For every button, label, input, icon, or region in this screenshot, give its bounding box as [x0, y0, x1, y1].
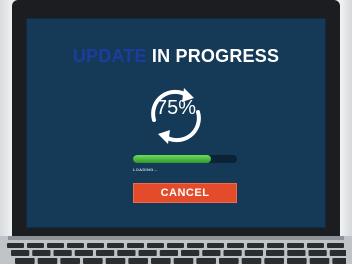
- progress-bar-fill: [133, 155, 211, 163]
- keyboard-key: [309, 258, 330, 264]
- keyboard-key: [74, 250, 93, 256]
- keyboard-key: [117, 250, 136, 256]
- keyboard-key: [227, 243, 244, 248]
- keyboard-key: [47, 243, 64, 248]
- laptop-hinge: [8, 236, 344, 240]
- laptop-screen: UPDATE IN PROGRESS 75% LOADING... CANCEL: [26, 18, 326, 228]
- keyboard-key: [87, 243, 104, 248]
- keyboard-key: [181, 250, 200, 256]
- heading-main-text: IN PROGRESS: [151, 46, 280, 66]
- progress-bar: [133, 155, 237, 163]
- keyboard-key: [151, 258, 171, 264]
- keyboard-key: [147, 243, 164, 248]
- keyboard-key: [105, 258, 126, 264]
- keyboard-keys: [7, 243, 346, 264]
- background-right: [340, 0, 352, 264]
- loading-label: LOADING...: [133, 167, 158, 172]
- keyboard-key: [264, 258, 284, 264]
- keyboard-key: [159, 250, 178, 256]
- keyboard-key: [223, 250, 242, 256]
- keyboard-key: [219, 258, 239, 264]
- keyboard-key: [27, 243, 44, 248]
- keyboard-key: [187, 243, 204, 248]
- keyboard-key: [266, 250, 285, 256]
- background-left: [0, 0, 12, 264]
- keyboard-key: [327, 243, 344, 248]
- keyboard-key: [67, 243, 84, 248]
- keyboard-key: [60, 258, 80, 264]
- keyboard-key: [207, 243, 224, 248]
- keyboard-key: [196, 258, 216, 264]
- keyboard-key: [128, 258, 148, 264]
- keyboard-key: [127, 243, 144, 248]
- keyboard-key: [173, 258, 194, 264]
- keyboard-key: [37, 258, 58, 264]
- keyboard-key: [329, 250, 346, 256]
- keyboard-key: [202, 250, 221, 256]
- keyboard-key: [307, 243, 324, 248]
- keyboard-key: [308, 250, 327, 256]
- photo-scene: UPDATE IN PROGRESS 75% LOADING... CANCEL: [0, 0, 352, 264]
- keyboard-key: [138, 250, 157, 256]
- update-heading: UPDATE IN PROGRESS: [26, 46, 326, 67]
- keyboard-key: [83, 258, 103, 264]
- keyboard-key: [241, 258, 262, 264]
- keyboard-key: [107, 243, 124, 248]
- keyboard-key: [287, 258, 307, 264]
- keyboard-key: [244, 250, 263, 256]
- progress-percent: 75%: [155, 97, 197, 119]
- keyboard-key: [287, 243, 304, 248]
- keyboard-key: [11, 250, 30, 256]
- keyboard-key: [53, 250, 72, 256]
- keyboard-key: [267, 243, 284, 248]
- keyboard-key: [7, 243, 24, 248]
- keyboard-key: [332, 258, 346, 264]
- heading-faded-word: UPDATE: [72, 46, 147, 66]
- keyboard-key: [287, 250, 306, 256]
- keyboard-key: [15, 258, 35, 264]
- keyboard-key: [247, 243, 264, 248]
- keyboard-key: [96, 250, 115, 256]
- keyboard-key: [167, 243, 184, 248]
- keyboard-key: [32, 250, 51, 256]
- cancel-button[interactable]: CANCEL: [133, 183, 237, 203]
